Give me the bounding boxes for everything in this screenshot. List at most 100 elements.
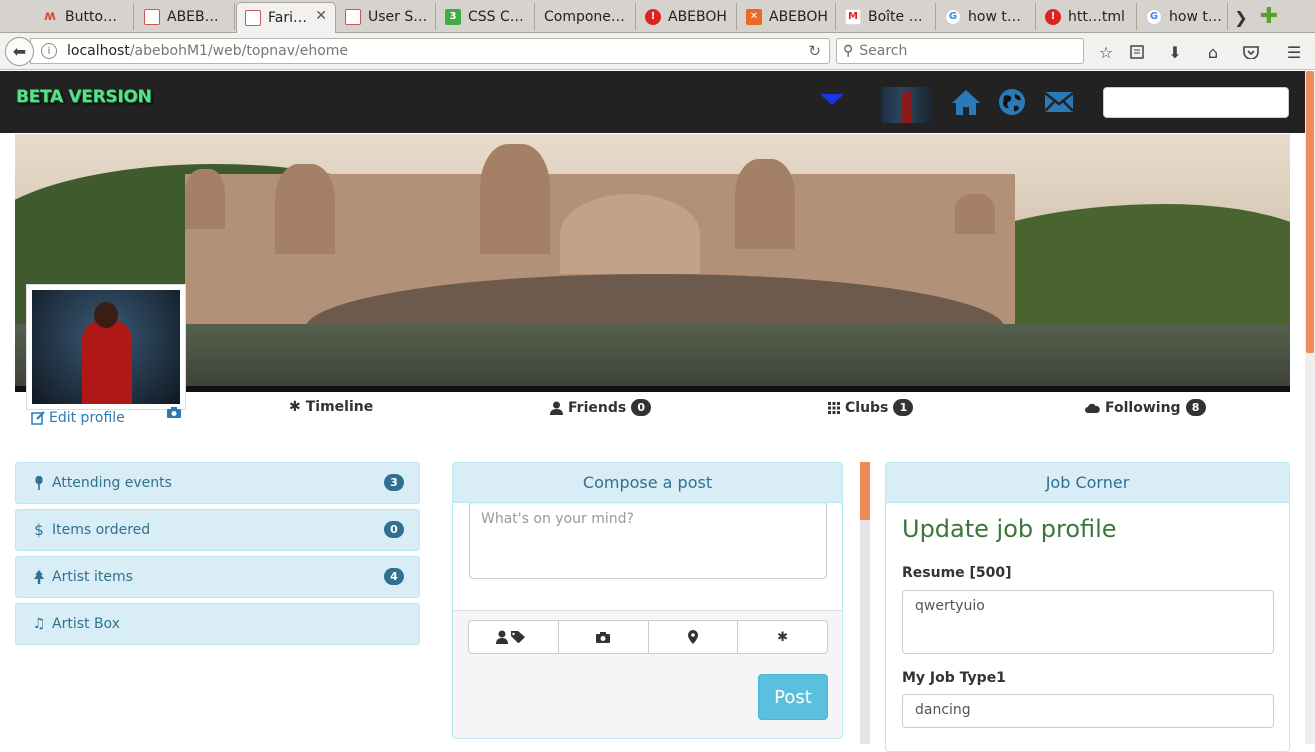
browser-tab-label: htt…tml — [1068, 8, 1125, 25]
sidebar-item-attending-events[interactable]: Attending events 3 — [15, 462, 420, 504]
inner-scrollbar-thumb[interactable] — [860, 462, 870, 520]
sidebar-item-label: Artist Box — [52, 616, 120, 632]
browser-tab[interactable]: ! ABEBOH — [637, 3, 737, 30]
resume-textarea[interactable]: qwertyuio — [902, 590, 1274, 654]
reload-icon[interactable]: ↻ — [808, 42, 821, 60]
browser-toolbar: i localhost/abebohM1/web/topnav/ehome ↻ … — [0, 33, 1315, 70]
sidebar-item-artist-box[interactable]: ♫ Artist Box — [15, 603, 420, 645]
browser-tab-strip: ʍ Butto… ABEB… Fari… ✕ User S… 3 CSS C… … — [0, 0, 1315, 33]
site-search-input[interactable] — [1103, 87, 1289, 118]
search-icon: ⚲ — [843, 43, 854, 59]
browser-tab[interactable]: M Boîte … — [837, 3, 936, 30]
browser-tab[interactable]: G how t… — [937, 3, 1036, 30]
info-icon[interactable]: i — [41, 43, 57, 59]
nav-avatar[interactable] — [882, 87, 932, 123]
tree-icon — [32, 570, 46, 584]
compose-panel: Compose a post What's on your mind? ✱ Po… — [452, 462, 843, 739]
url-host: localhost — [67, 43, 130, 59]
browser-tab[interactable]: 3 CSS C… — [437, 3, 535, 30]
user-icon — [550, 401, 563, 415]
home-icon[interactable]: ⌂ — [1202, 41, 1224, 63]
browser-tab-active[interactable]: Fari… ✕ — [236, 2, 336, 33]
site-navbar: BETA VERSION — [0, 71, 1305, 133]
browser-tab[interactable]: User S… — [337, 3, 436, 30]
browser-tab-label: CSS C… — [468, 8, 524, 25]
url-bar[interactable]: i localhost/abebohM1/web/topnav/ehome ↻ — [30, 38, 830, 64]
post-textarea[interactable]: What's on your mind? — [469, 503, 827, 579]
page-icon — [144, 8, 160, 25]
compose-panel-title: Compose a post — [453, 463, 842, 503]
job-corner-panel: Job Corner Update job profile Resume [50… — [885, 462, 1290, 752]
close-tab-icon[interactable]: ✕ — [315, 8, 327, 24]
brand-logo[interactable]: BETA VERSION — [16, 87, 152, 107]
sidebar-item-artist-items[interactable]: Artist items 4 — [15, 556, 420, 598]
back-arrow-icon[interactable]: ⬅ — [5, 37, 34, 66]
browser-search-input[interactable]: ⚲ Search — [836, 38, 1084, 64]
url-path: /abebohM1/web/topnav/ehome — [129, 43, 349, 59]
home-icon[interactable] — [950, 86, 982, 118]
resume-label: Resume [500] — [902, 565, 1012, 581]
tab-friends[interactable]: Friends 0 — [550, 399, 652, 416]
location-button[interactable] — [649, 621, 739, 653]
sidebar-item-label: Items ordered — [52, 522, 151, 538]
envelope-icon[interactable] — [1043, 86, 1075, 118]
bookmark-star-icon[interactable]: ☆ — [1095, 41, 1117, 63]
page-scrollbar-thumb[interactable] — [1306, 71, 1314, 353]
more-button[interactable]: ✱ — [738, 621, 827, 653]
browser-tab-label: how t… — [1169, 8, 1222, 25]
job-type-input[interactable]: dancing — [902, 694, 1274, 728]
tab-following[interactable]: Following 8 — [1085, 399, 1206, 416]
browser-tab[interactable]: ʍ Butto… — [34, 3, 134, 30]
compose-action-group: ✱ — [468, 620, 828, 654]
menu-hamburger-icon[interactable]: ☰ — [1283, 41, 1305, 63]
tab-clubs[interactable]: Clubs 1 — [828, 399, 914, 416]
camera-icon[interactable] — [167, 406, 181, 421]
browser-tab-label: how t… — [968, 8, 1021, 25]
browser-tab-label: ABEBOH — [668, 8, 727, 25]
camera-icon — [596, 632, 611, 643]
page-icon — [245, 10, 261, 26]
browser-tab-label: ABEBOH — [769, 8, 828, 25]
user-tags-icon — [496, 630, 526, 644]
gmail-icon: M — [845, 8, 861, 25]
pocket-icon[interactable] — [1240, 41, 1262, 63]
edit-profile-link[interactable]: Edit profile — [31, 410, 125, 426]
new-tab-plus-icon[interactable]: ✚ — [1258, 4, 1280, 29]
chevron-right-icon[interactable]: ❯ — [1230, 6, 1252, 28]
post-button[interactable]: Post — [758, 674, 828, 720]
tab-timeline[interactable]: ✱ Timeline — [289, 399, 373, 415]
asterisk-icon: ✱ — [289, 399, 301, 415]
following-count-badge: 8 — [1185, 399, 1206, 416]
google-icon: G — [945, 8, 961, 25]
profile-picture[interactable] — [26, 284, 186, 410]
photo-button[interactable] — [559, 621, 649, 653]
browser-tab[interactable]: ! htt…tml — [1037, 3, 1137, 30]
browser-tab-label: Boîte … — [868, 8, 923, 25]
tab-label: Friends — [568, 399, 627, 416]
job-type-label: My Job Type1 — [902, 670, 1006, 686]
browser-tab-label: Compone… — [544, 8, 625, 25]
tag-people-button[interactable] — [469, 621, 559, 653]
job-panel-title: Job Corner — [886, 463, 1289, 503]
browser-tab-label: Fari… — [268, 10, 307, 26]
browser-tab[interactable]: ✕ ABEBOH — [738, 3, 836, 30]
browser-tab[interactable]: G how t… — [1138, 3, 1228, 30]
browser-tab[interactable]: ABEB… — [136, 3, 235, 30]
cloud-icon — [1085, 403, 1100, 413]
caret-down-icon[interactable] — [820, 94, 844, 105]
reading-list-icon[interactable] — [1126, 41, 1148, 63]
download-icon[interactable]: ⬇ — [1164, 41, 1186, 63]
asterisk-icon: ✱ — [777, 629, 789, 645]
browser-tab[interactable]: Compone… — [536, 3, 636, 30]
warning-icon: ! — [1045, 8, 1061, 25]
edit-profile-label: Edit profile — [49, 410, 125, 426]
css-icon: 3 — [445, 8, 461, 25]
page-icon — [345, 8, 361, 25]
m-icon: ʍ — [43, 9, 56, 24]
sidebar-item-items-ordered[interactable]: $ Items ordered 0 — [15, 509, 420, 551]
globe-icon[interactable] — [996, 86, 1028, 118]
google-icon: G — [1146, 8, 1162, 25]
search-placeholder: Search — [859, 43, 908, 59]
dollar-icon: $ — [34, 521, 44, 539]
browser-tab-label: User S… — [368, 8, 428, 25]
